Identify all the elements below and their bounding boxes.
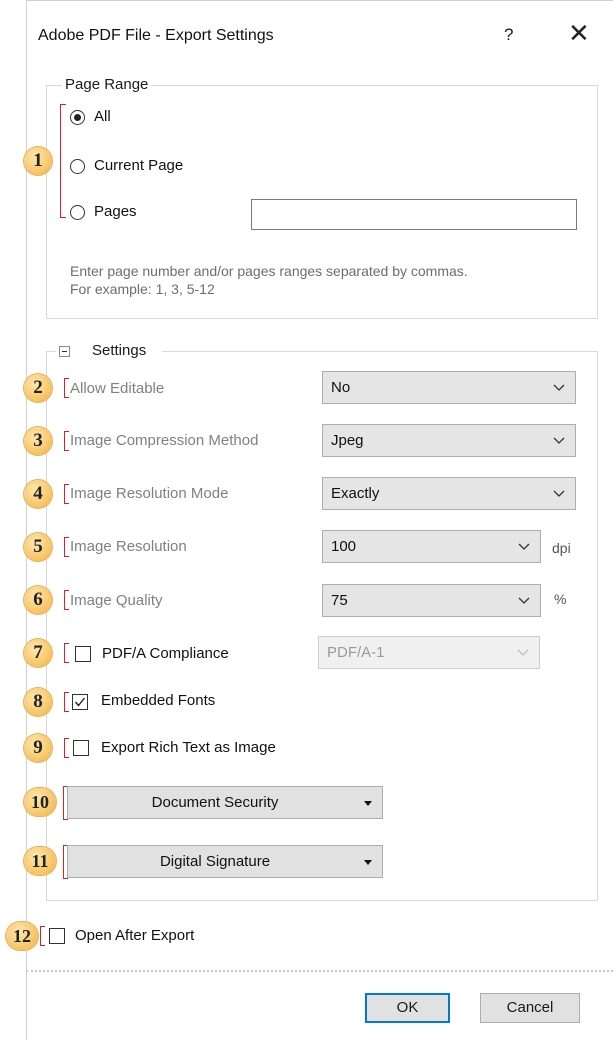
- annotation-badge-5: 5: [24, 533, 52, 561]
- radio-all-label[interactable]: All: [94, 108, 111, 125]
- chevron-down-icon: [516, 645, 530, 663]
- annotation-badge-7: 7: [24, 639, 52, 667]
- document-security-button[interactable]: Document Security: [67, 786, 383, 819]
- image-resolution-label: Image Resolution: [70, 538, 187, 555]
- annotation-badge-1: 1: [24, 147, 52, 175]
- radio-current-page-label[interactable]: Current Page: [94, 157, 183, 174]
- radio-pages-label[interactable]: Pages: [94, 203, 137, 220]
- annotation-badge-2: 2: [24, 374, 52, 402]
- chevron-down-icon: [517, 539, 531, 557]
- image-quality-label: Image Quality: [70, 592, 163, 609]
- chevron-down-icon: [552, 433, 566, 451]
- digital-signature-label: Digital Signature: [159, 853, 271, 870]
- pdfa-checkbox[interactable]: [75, 646, 91, 662]
- radio-pages[interactable]: [70, 205, 85, 220]
- pages-input[interactable]: [251, 199, 577, 230]
- dpi-unit: dpi: [552, 540, 571, 556]
- annotation-badge-4: 4: [24, 480, 52, 508]
- percent-unit: %: [554, 591, 567, 607]
- dropdown-triangle-icon: [364, 860, 372, 865]
- image-quality-select[interactable]: 75: [322, 584, 541, 617]
- annotation-bracket-5: [64, 537, 69, 557]
- annotation-badge-12: 12: [6, 922, 38, 950]
- page-range-hint-line2: For example: 1, 3, 5-12: [70, 281, 215, 297]
- dropdown-triangle-icon: [364, 801, 372, 806]
- close-icon[interactable]: ✕: [568, 20, 590, 46]
- open-after-export-checkbox[interactable]: [49, 928, 65, 944]
- embedded-fonts-label[interactable]: Embedded Fonts: [101, 692, 215, 709]
- annotation-bracket-3: [64, 431, 69, 451]
- annotation-badge-8: 8: [24, 688, 52, 716]
- image-resolution-mode-label: Image Resolution Mode: [70, 485, 229, 502]
- annotation-bracket-8: [64, 692, 69, 712]
- image-resolution-mode-select[interactable]: Exactly: [322, 477, 576, 510]
- radio-current-page[interactable]: [70, 159, 85, 174]
- footer-separator: [26, 970, 613, 972]
- page-range-hint-line1: Enter page number and/or pages ranges se…: [70, 263, 468, 279]
- annotation-badge-9: 9: [24, 734, 52, 762]
- allow-editable-select[interactable]: No: [322, 371, 576, 404]
- annotation-bracket-7: [64, 643, 69, 663]
- collapse-icon[interactable]: [59, 346, 70, 357]
- page-range-legend: Page Range: [62, 76, 152, 93]
- annotation-bracket-2: [64, 378, 69, 398]
- pdfa-select: PDF/A-1: [318, 636, 540, 669]
- open-after-export-label[interactable]: Open After Export: [75, 927, 194, 944]
- image-compression-value: Jpeg: [331, 432, 364, 449]
- rich-text-label[interactable]: Export Rich Text as Image: [101, 739, 276, 756]
- image-compression-select[interactable]: Jpeg: [322, 424, 576, 457]
- annotation-bracket-4: [64, 484, 69, 504]
- settings-legend-label: Settings: [92, 342, 147, 359]
- annotation-bracket-9: [64, 738, 69, 758]
- annotation-badge-3: 3: [24, 427, 52, 455]
- chevron-down-icon: [517, 593, 531, 611]
- image-compression-label: Image Compression Method: [70, 432, 259, 449]
- image-quality-value: 75: [331, 592, 348, 609]
- pdfa-label[interactable]: PDF/A Compliance: [102, 645, 229, 662]
- rich-text-checkbox[interactable]: [73, 740, 89, 756]
- image-resolution-value: 100: [331, 538, 357, 555]
- chevron-down-icon: [552, 486, 566, 504]
- chevron-down-icon: [552, 380, 566, 398]
- settings-legend: Settings: [56, 342, 162, 362]
- document-security-label: Document Security: [151, 794, 279, 811]
- digital-signature-button[interactable]: Digital Signature: [67, 845, 383, 878]
- dialog-title: Adobe PDF File - Export Settings: [38, 27, 274, 44]
- pdfa-value: PDF/A-1: [327, 644, 385, 661]
- annotation-badge-11: 11: [24, 847, 56, 875]
- radio-all[interactable]: [70, 110, 85, 125]
- allow-editable-value: No: [331, 379, 351, 396]
- annotation-badge-6: 6: [24, 586, 52, 614]
- annotation-bracket-6: [64, 590, 69, 610]
- annotation-badge-10: 10: [24, 788, 56, 816]
- cancel-button[interactable]: Cancel: [480, 993, 580, 1023]
- annotation-bracket-1: [60, 104, 66, 218]
- checkmark-icon: [74, 697, 86, 707]
- ok-button[interactable]: OK: [365, 993, 450, 1023]
- help-button[interactable]: ?: [504, 25, 513, 45]
- image-resolution-select[interactable]: 100: [322, 530, 541, 563]
- allow-editable-label: Allow Editable: [70, 380, 165, 397]
- annotation-bracket-12: [40, 926, 45, 946]
- embedded-fonts-checkbox[interactable]: [72, 694, 88, 710]
- image-resolution-mode-value: Exactly: [331, 485, 380, 502]
